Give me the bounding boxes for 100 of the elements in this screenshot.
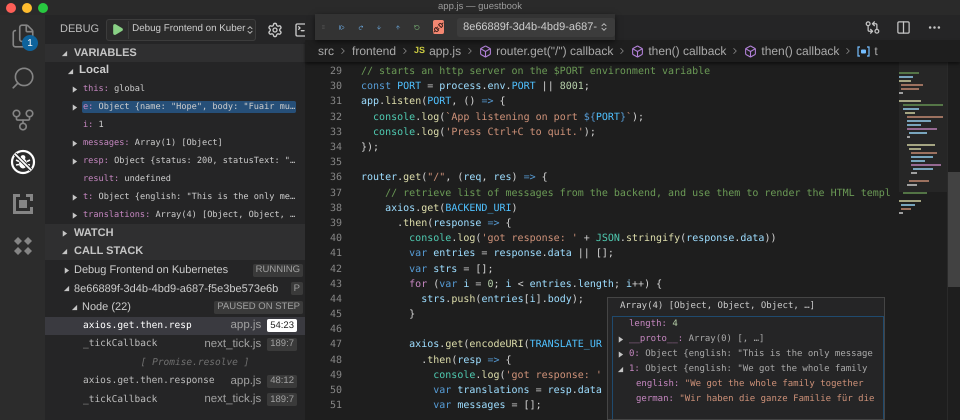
split-editor-icon[interactable] <box>896 20 911 35</box>
session-label[interactable]: Debug Frontend on Kubernetes <box>74 262 249 278</box>
scrollbar-thumb[interactable] <box>948 172 960 287</box>
line-number: 37 <box>328 186 342 201</box>
caret-icon <box>245 24 256 34</box>
collapsed-triangle-icon[interactable] <box>617 336 624 343</box>
collapsed-triangle-icon[interactable] <box>71 104 78 110</box>
thread-dropdown[interactable]: 8e66889f-3d4b-4bd9-a687- <box>457 18 616 36</box>
section-header[interactable]: WATCH <box>45 224 305 242</box>
breadcrumb-item[interactable]: then() callback <box>761 42 840 60</box>
settings-icon[interactable] <box>267 22 284 38</box>
collapsed-triangle-icon[interactable] <box>71 140 78 146</box>
cube-icon <box>631 44 644 58</box>
expanded-triangle-icon[interactable] <box>71 304 78 311</box>
code-line: axios.get(BACKEND_URI) <box>384 202 518 216</box>
line-number: 42 <box>328 262 342 277</box>
line-number: 30 <box>328 80 342 94</box>
bug-slash-icon <box>10 149 36 175</box>
status-badge: RUNNING <box>252 264 303 277</box>
code-line: console.log('got response: ' <box>432 368 602 383</box>
hover-entry[interactable]: 0: Object {english: "This is the only message <box>629 348 873 362</box>
code-line: console.log(`App listening on port ${PORT}`); <box>372 110 644 125</box>
collapsed-triangle-icon[interactable] <box>71 86 78 92</box>
variable-icon <box>857 46 870 56</box>
disconnect-icon[interactable] <box>433 20 444 34</box>
collapsed-triangle-icon[interactable] <box>61 230 68 236</box>
line-number: 41 <box>328 247 342 262</box>
collapsed-triangle-icon[interactable] <box>71 158 78 164</box>
session-label[interactable]: 8e66889f-3d4b-4bd9-a687-f5e3be573e6b <box>74 280 287 297</box>
scope-label[interactable]: Local <box>79 62 110 80</box>
section-header[interactable]: VARIABLES <box>45 44 305 62</box>
line-number: 39 <box>328 216 342 231</box>
hover-entry[interactable]: __proto__: Array(0) [, …] <box>629 332 764 346</box>
collapsed-triangle-icon[interactable] <box>63 266 70 274</box>
status-badge: 54:23 <box>267 319 297 332</box>
zoom-window-button[interactable] <box>38 2 48 12</box>
collapsed-triangle-icon[interactable] <box>71 194 78 200</box>
hover-entry[interactable]: 1: Object {english: "We got the whole family <box>629 362 868 376</box>
line-number: 36 <box>328 171 342 186</box>
line-number: 35 <box>328 156 342 170</box>
cube-icon <box>744 44 758 58</box>
code-line: // starts an http server on the $PORT environment variable <box>360 65 710 80</box>
variable-entry[interactable]: t: Object {english: "This is the only me… <box>82 190 296 204</box>
debug-title: DEBUG <box>60 22 100 38</box>
thread-label[interactable]: Node (22) <box>82 299 210 316</box>
code-line: strs.push(entries[i].body); <box>420 292 584 307</box>
line-number: 29 <box>328 65 342 80</box>
minimize-window-button[interactable] <box>22 2 32 12</box>
hover-entry[interactable]: english: "We got the whole family together <box>636 378 864 392</box>
window-title: app.js — guestbook <box>437 0 523 14</box>
breadcrumb-item[interactable]: src <box>318 42 334 60</box>
activity-bar-item[interactable]: 1 <box>0 23 45 49</box>
variable-entry[interactable]: i: 1 <box>82 118 105 132</box>
status-badge: 189:7 <box>267 338 297 351</box>
line-number: 49 <box>328 368 342 383</box>
breadcrumb-item[interactable]: app.js <box>429 42 462 60</box>
status-badge: 48:12 <box>267 374 297 388</box>
breadcrumb-item[interactable]: then() callback <box>648 42 726 60</box>
stack-frame[interactable]: axios.get.then.resp app.js 54:23 <box>45 316 305 335</box>
line-number: 44 <box>328 292 342 307</box>
variable-entry[interactable]: resp: Object {status: 200, statusText: "… <box>82 154 296 168</box>
code-line: }); <box>360 141 380 156</box>
variable-entry[interactable]: this: global <box>82 82 146 96</box>
line-number: 34 <box>328 141 342 156</box>
breadcrumb-item[interactable]: router.get("/") callback <box>496 42 614 60</box>
files-icon <box>10 23 36 49</box>
code-line: var strs = []; <box>408 262 494 277</box>
code-line: router.get("/", (req, res) => { <box>360 171 548 186</box>
code-line: const PORT = process.env.PORT || 8001; <box>360 80 590 94</box>
code-line: // retrieve list of messages from the backend, and use them to render the HTML templ <box>384 186 891 201</box>
expanded-triangle-icon[interactable] <box>61 248 68 254</box>
configuration-dropdown[interactable]: Debug Frontend on Kuber <box>106 18 256 40</box>
line-number: 51 <box>328 399 342 414</box>
close-window-button[interactable] <box>6 2 16 12</box>
expanded-triangle-icon[interactable] <box>63 285 70 292</box>
branch-icon <box>10 107 36 133</box>
status-badge: PAUSED ON STEP <box>214 300 303 314</box>
scrollbar[interactable] <box>947 62 960 420</box>
line-number: 40 <box>328 232 342 246</box>
expanded-triangle-icon[interactable] <box>61 50 68 56</box>
line-number: 33 <box>328 126 342 140</box>
collapsed-triangle-icon[interactable] <box>71 212 78 218</box>
code-line: var entries = response.data || []; <box>408 247 614 262</box>
hover-entry[interactable]: length: 4 <box>629 318 678 332</box>
play-icon[interactable] <box>111 23 124 36</box>
compare-icon[interactable] <box>865 20 880 35</box>
variable-entry[interactable]: messages: Array(1) [Object] <box>82 136 224 150</box>
hover-title: Array(4) [Object, Object, Object, …] <box>620 300 816 314</box>
code-line: console.log('got response: ' + JSON.stringify(response.data)) <box>408 232 777 246</box>
expanded-triangle-icon[interactable] <box>617 366 624 373</box>
section-header[interactable]: CALL STACK <box>45 242 305 260</box>
hover-entry[interactable]: german: "Wir haben die ganze Familie für die <box>636 392 874 406</box>
expanded-triangle-icon[interactable] <box>67 68 74 74</box>
collapsed-triangle-icon[interactable] <box>617 351 624 358</box>
variable-entry[interactable]: translations: Array(4) [Object, Object, … <box>82 208 296 222</box>
variable-entry[interactable]: result: undefined <box>82 172 172 186</box>
breadcrumb-item[interactable]: frontend <box>352 42 396 60</box>
variable-entry[interactable]: e: Object {name: "Hope", body: "Fuair mu… <box>82 100 296 114</box>
breadcrumb-item[interactable]: t <box>874 42 878 60</box>
code-line: console.log('Press Ctrl+C to quit.'); <box>372 126 596 140</box>
